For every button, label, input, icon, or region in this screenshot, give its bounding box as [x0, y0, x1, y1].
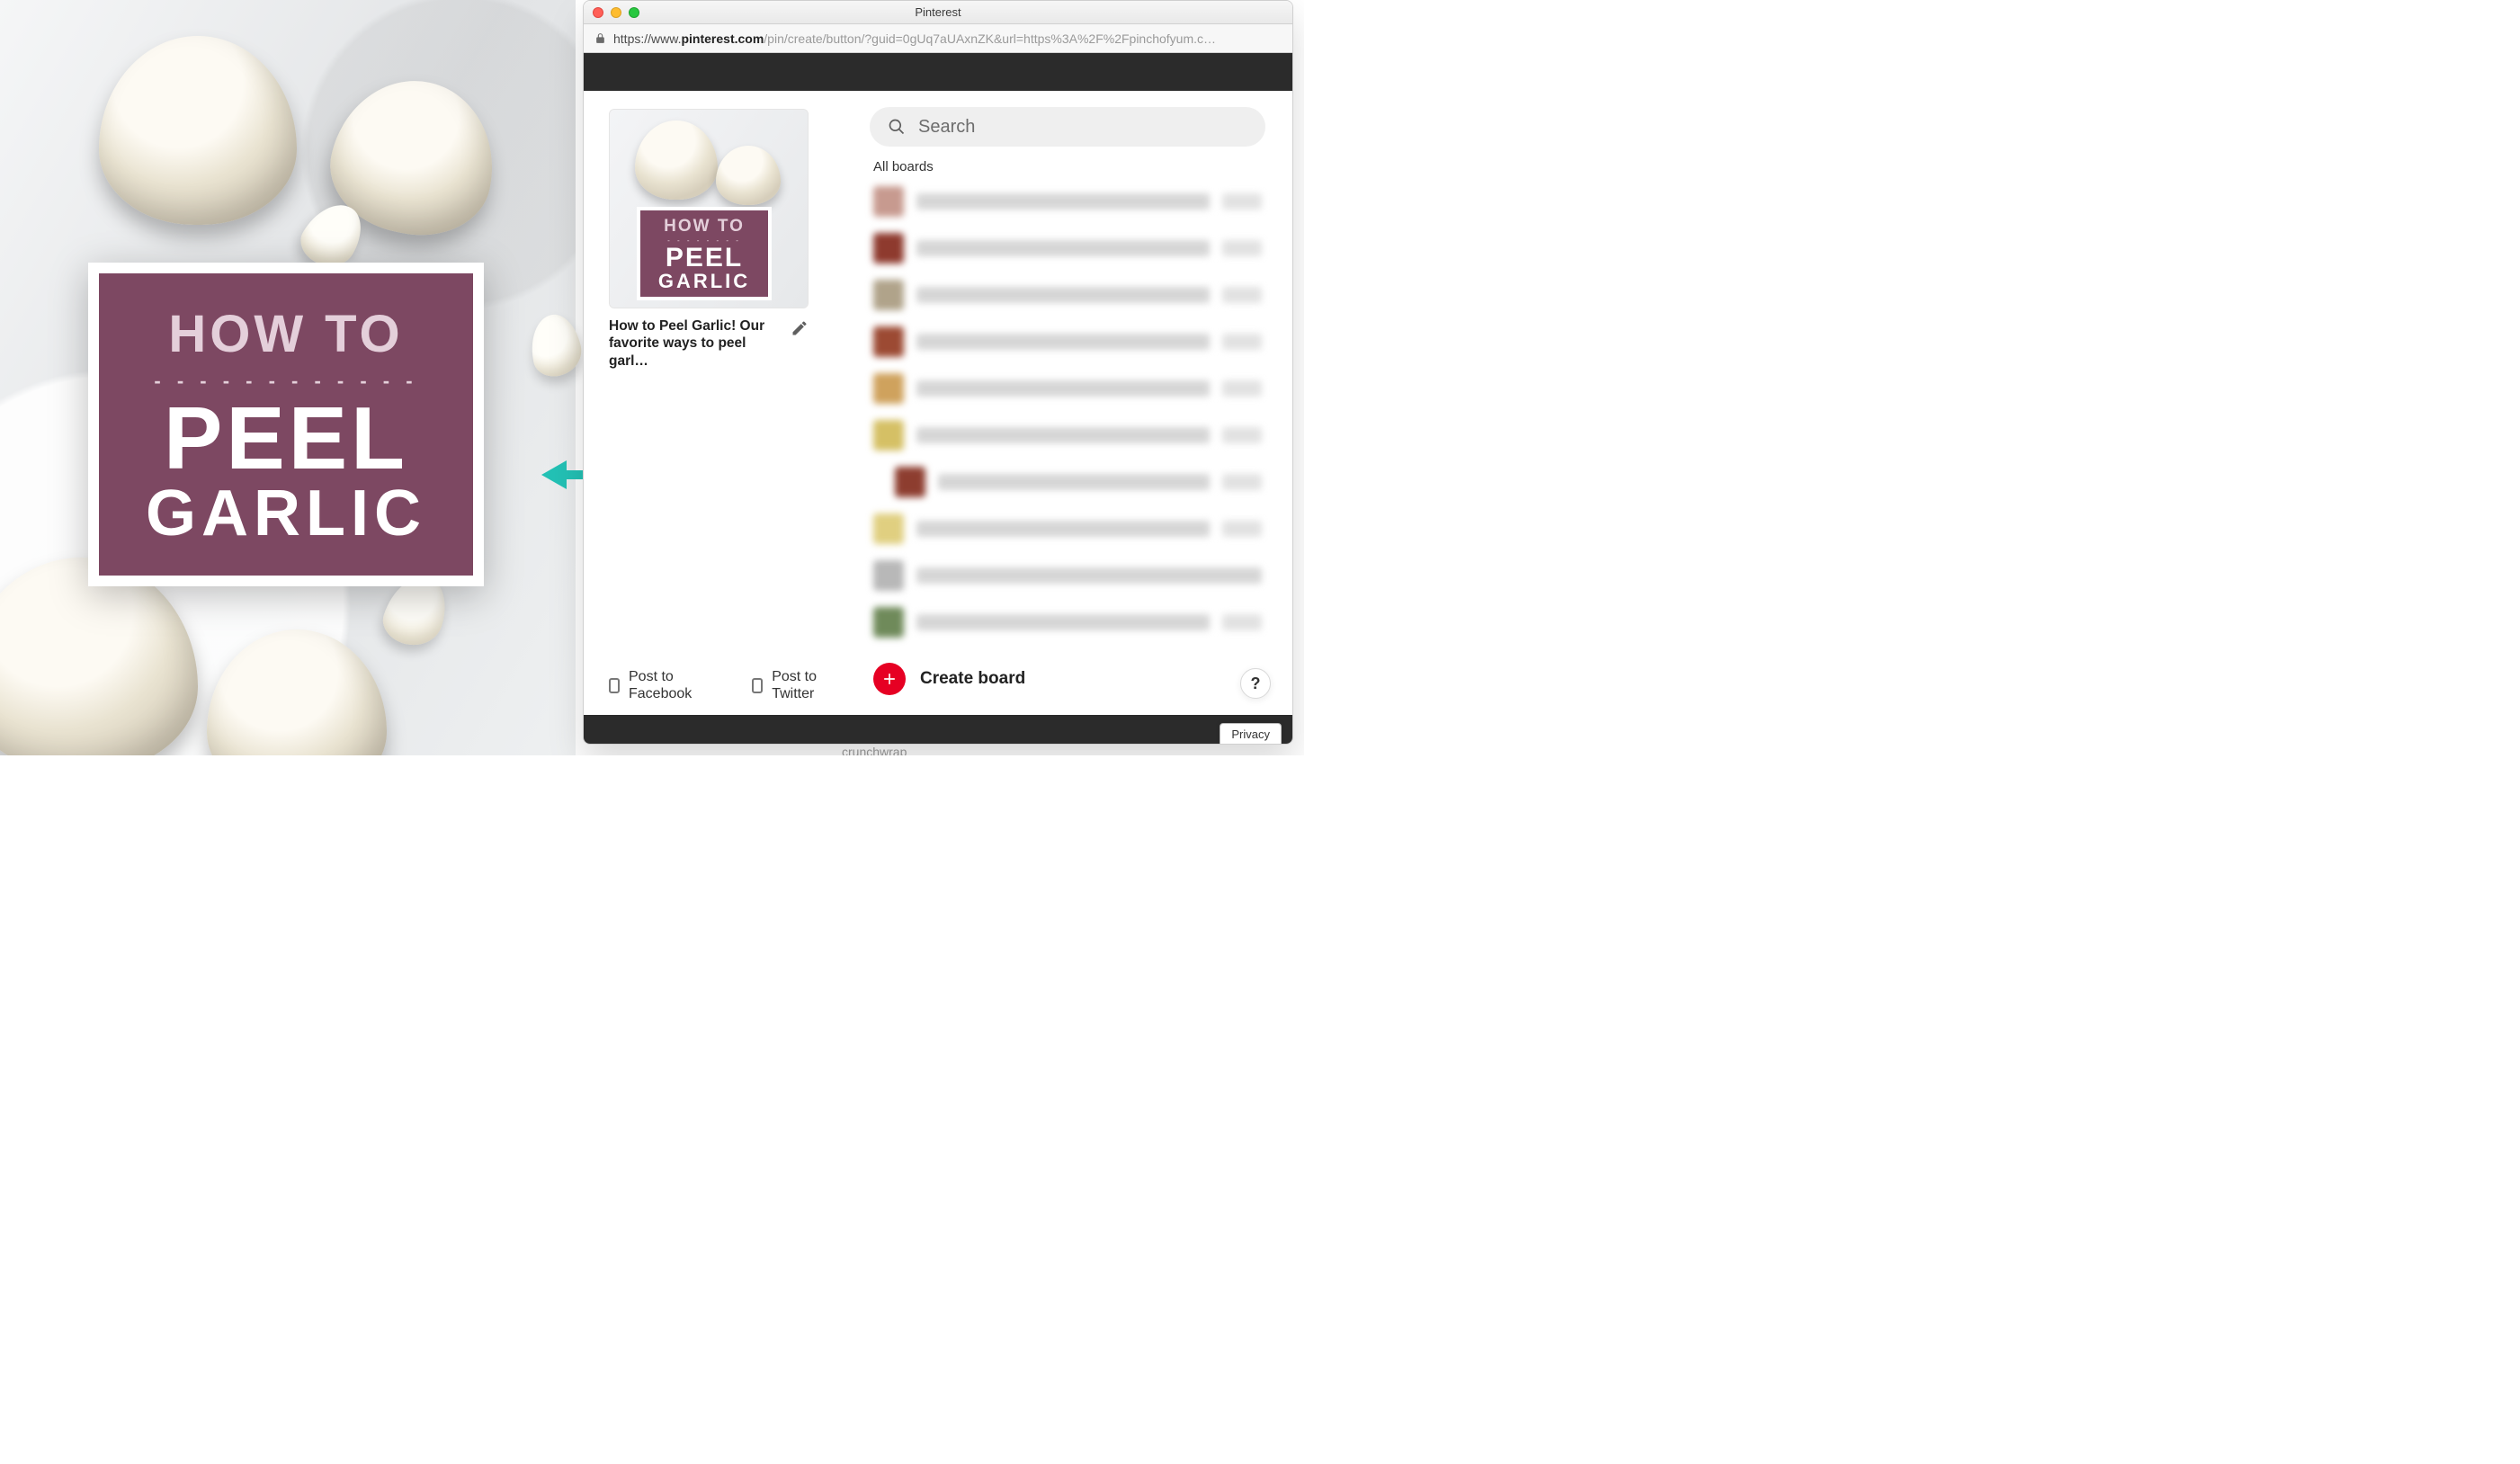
board-name [938, 474, 1210, 490]
question-icon: ? [1251, 674, 1261, 693]
url-path: /pin/create/button/?guid=0gUq7aUAxnZK&ur… [764, 31, 1216, 46]
save-button[interactable] [1222, 334, 1262, 350]
lock-icon [594, 31, 606, 45]
board-row[interactable] [870, 556, 1265, 595]
board-thumbnail [873, 373, 904, 404]
pin-preview-image: HOW TO - - - - - - - - PEEL GARLIC [609, 109, 809, 308]
board-name [916, 567, 1262, 584]
board-search[interactable] [870, 107, 1265, 147]
board-search-input[interactable] [918, 117, 1247, 138]
save-button[interactable] [1222, 193, 1262, 210]
badge-line2: PEEL [164, 398, 408, 478]
window-title: Pinterest [584, 5, 1292, 19]
board-row[interactable] [870, 415, 1265, 455]
save-button[interactable] [1222, 240, 1262, 256]
board-row[interactable] [870, 322, 1265, 362]
board-thumbnail [873, 186, 904, 217]
post-twitter-checkbox[interactable] [752, 678, 764, 693]
post-facebook-checkbox[interactable] [609, 678, 620, 693]
board-name [916, 380, 1210, 397]
pinterest-save-modal: HOW TO - - - - - - - - PEEL GARLIC How t… [584, 91, 1292, 715]
board-row[interactable] [870, 275, 1265, 315]
url-host: https://www.pinterest.com [613, 31, 764, 46]
save-button[interactable] [1222, 427, 1262, 443]
board-thumbnail [873, 420, 904, 451]
board-name [916, 427, 1210, 443]
save-button[interactable] [1222, 287, 1262, 303]
board-name [916, 193, 1210, 210]
save-button[interactable] [1222, 380, 1262, 397]
board-thumbnail [873, 326, 904, 357]
board-name [916, 287, 1210, 303]
board-thumbnail [873, 513, 904, 544]
post-twitter-label: Post to Twitter [772, 669, 832, 702]
badge-line3: GARLIC [146, 483, 426, 544]
board-row[interactable] [870, 509, 1265, 549]
board-name [916, 614, 1210, 630]
board-name [916, 240, 1210, 256]
all-boards-label: All boards [873, 159, 1262, 174]
boards-list[interactable] [870, 182, 1265, 654]
post-facebook-label: Post to Facebook [629, 669, 698, 702]
save-button[interactable] [1222, 474, 1262, 490]
board-row[interactable] [891, 462, 1265, 502]
address-bar[interactable]: https://www.pinterest.com /pin/create/bu… [584, 24, 1292, 53]
article-image: HOW TO - - - - - - - - - - - - PEEL GARL… [0, 0, 576, 755]
window-titlebar: Pinterest [584, 1, 1292, 24]
board-name [916, 521, 1210, 537]
privacy-tab[interactable]: Privacy [1220, 723, 1282, 745]
board-thumbnail [873, 280, 904, 310]
stray-text: crunchwrap [842, 745, 907, 755]
edit-icon[interactable] [791, 319, 809, 337]
create-board-button[interactable]: Create board [870, 654, 1265, 704]
board-row[interactable] [870, 369, 1265, 408]
page-footer-band [584, 715, 1292, 744]
search-icon [888, 118, 906, 136]
board-thumbnail [873, 607, 904, 638]
pin-description[interactable]: How to Peel Garlic! Our favorite ways to… [609, 317, 785, 370]
title-badge: HOW TO - - - - - - - - - - - - PEEL GARL… [88, 263, 484, 586]
board-row[interactable] [870, 228, 1265, 268]
board-row[interactable] [870, 182, 1265, 221]
create-board-label: Create board [920, 669, 1025, 689]
help-button[interactable]: ? [1240, 668, 1271, 699]
save-button[interactable] [1222, 614, 1262, 630]
board-row[interactable] [870, 603, 1265, 642]
save-button[interactable] [1222, 521, 1262, 537]
plus-icon [873, 663, 906, 695]
badge-line1: HOW TO [168, 304, 403, 364]
browser-window: Pinterest https://www.pinterest.com /pin… [583, 0, 1293, 745]
board-thumbnail [873, 233, 904, 263]
board-thumbnail [895, 467, 925, 497]
board-name [916, 334, 1210, 350]
board-thumbnail [873, 560, 904, 591]
page-header-band [584, 53, 1292, 91]
